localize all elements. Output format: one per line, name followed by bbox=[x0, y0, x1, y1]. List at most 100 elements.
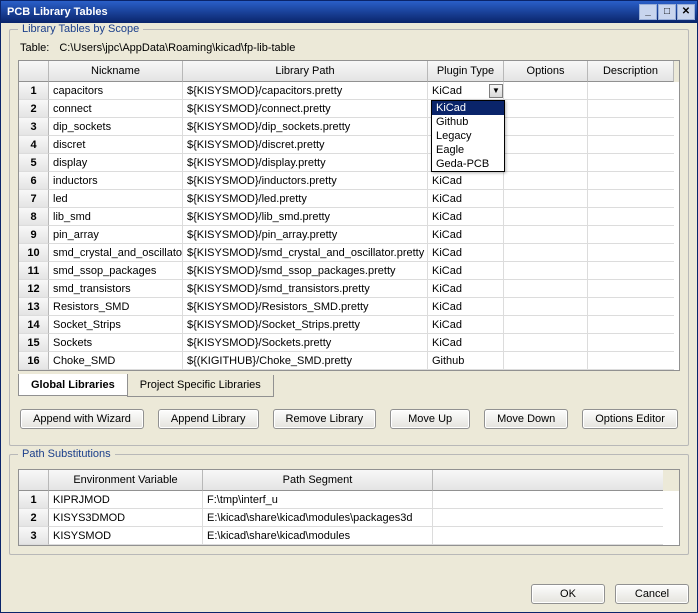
cell-description[interactable] bbox=[588, 262, 674, 280]
table-row[interactable]: 12smd_transistors${KISYSMOD}/smd_transis… bbox=[19, 280, 679, 298]
cell-library-path[interactable]: ${KISYSMOD}/capacitors.pretty bbox=[183, 82, 428, 100]
cell-library-path[interactable]: ${(KIGITHUB}/Choke_SMD.pretty bbox=[183, 352, 428, 370]
cell-description[interactable] bbox=[588, 172, 674, 190]
table-row[interactable]: 9pin_array${KISYSMOD}/pin_array.prettyKi… bbox=[19, 226, 679, 244]
cell-library-path[interactable]: ${KISYSMOD}/Resistors_SMD.pretty bbox=[183, 298, 428, 316]
cell-options[interactable] bbox=[504, 262, 588, 280]
row-header[interactable]: 9 bbox=[19, 226, 49, 244]
cell-library-path[interactable]: ${KISYSMOD}/inductors.pretty bbox=[183, 172, 428, 190]
table-row[interactable]: 11smd_ssop_packages${KISYSMOD}/smd_ssop_… bbox=[19, 262, 679, 280]
cell-options[interactable] bbox=[504, 280, 588, 298]
row-header[interactable]: 2 bbox=[19, 509, 49, 527]
cell-description[interactable] bbox=[588, 244, 674, 262]
cell-options[interactable] bbox=[504, 244, 588, 262]
dropdown-item[interactable]: Legacy bbox=[432, 129, 504, 143]
cell-path-segment[interactable]: F:\tmp\interf_u bbox=[203, 491, 433, 509]
table-row[interactable]: 16Choke_SMD${(KIGITHUB}/Choke_SMD.pretty… bbox=[19, 352, 679, 370]
dropdown-item[interactable]: KiCad bbox=[432, 101, 504, 115]
append-library-button[interactable]: Append Library bbox=[158, 409, 259, 429]
cancel-button[interactable]: Cancel bbox=[615, 584, 689, 604]
minimize-button[interactable]: _ bbox=[639, 4, 657, 20]
cell-plugin-type[interactable]: KiCad bbox=[428, 262, 504, 280]
row-header[interactable]: 10 bbox=[19, 244, 49, 262]
table-row[interactable]: 4discret${KISYSMOD}/discret.prettyKiCad bbox=[19, 136, 679, 154]
cell-plugin-type[interactable]: KiCad bbox=[428, 298, 504, 316]
cell-library-path[interactable]: ${KISYSMOD}/Socket_Strips.pretty bbox=[183, 316, 428, 334]
cell-plugin-type[interactable]: KiCad bbox=[428, 208, 504, 226]
header-description[interactable]: Description bbox=[588, 61, 674, 82]
row-header[interactable]: 7 bbox=[19, 190, 49, 208]
row-header[interactable]: 2 bbox=[19, 100, 49, 118]
cell-plugin-type[interactable]: Github bbox=[428, 352, 504, 370]
cell-library-path[interactable]: ${KISYSMOD}/Sockets.pretty bbox=[183, 334, 428, 352]
cell-plugin-type[interactable]: KiCad▼ bbox=[428, 82, 504, 100]
cell-options[interactable] bbox=[504, 190, 588, 208]
cell-nickname[interactable]: discret bbox=[49, 136, 183, 154]
header-options[interactable]: Options bbox=[504, 61, 588, 82]
cell-description[interactable] bbox=[588, 100, 674, 118]
cell-description[interactable] bbox=[588, 280, 674, 298]
table-row[interactable]: 2connect${KISYSMOD}/connect.prettyKiCad bbox=[19, 100, 679, 118]
cell-description[interactable] bbox=[588, 352, 674, 370]
cell-description[interactable] bbox=[588, 136, 674, 154]
header-library-path[interactable]: Library Path bbox=[183, 61, 428, 82]
chevron-down-icon[interactable]: ▼ bbox=[489, 84, 503, 98]
row-header[interactable]: 4 bbox=[19, 136, 49, 154]
cell-path-segment[interactable]: E:\kicad\share\kicad\modules\packages3d bbox=[203, 509, 433, 527]
cell-description[interactable] bbox=[588, 316, 674, 334]
remove-library-button[interactable]: Remove Library bbox=[273, 409, 377, 429]
cell-nickname[interactable]: capacitors bbox=[49, 82, 183, 100]
table-row[interactable]: 1capacitors${KISYSMOD}/capacitors.pretty… bbox=[19, 82, 679, 100]
cell-description[interactable] bbox=[588, 226, 674, 244]
cell-path-segment[interactable]: E:\kicad\share\kicad\modules bbox=[203, 527, 433, 545]
env-header-variable[interactable]: Environment Variable bbox=[49, 470, 203, 491]
cell-library-path[interactable]: ${KISYSMOD}/pin_array.pretty bbox=[183, 226, 428, 244]
env-header-path[interactable]: Path Segment bbox=[203, 470, 433, 491]
cell-description[interactable] bbox=[588, 118, 674, 136]
cell-plugin-type[interactable]: KiCad bbox=[428, 280, 504, 298]
header-plugin-type[interactable]: Plugin Type bbox=[428, 61, 504, 82]
dropdown-item[interactable]: Github bbox=[432, 115, 504, 129]
plugin-type-select[interactable]: KiCad▼ bbox=[428, 82, 503, 99]
cell-options[interactable] bbox=[504, 334, 588, 352]
table-row[interactable]: 14Socket_Strips${KISYSMOD}/Socket_Strips… bbox=[19, 316, 679, 334]
row-header[interactable]: 3 bbox=[19, 118, 49, 136]
tab-project-libraries[interactable]: Project Specific Libraries bbox=[127, 375, 274, 397]
cell-options[interactable] bbox=[504, 298, 588, 316]
table-row[interactable]: 3KISYSMODE:\kicad\share\kicad\modules bbox=[19, 527, 679, 545]
row-header[interactable]: 1 bbox=[19, 491, 49, 509]
row-header[interactable]: 5 bbox=[19, 154, 49, 172]
cell-library-path[interactable]: ${KISYSMOD}/display.pretty bbox=[183, 154, 428, 172]
cell-options[interactable] bbox=[504, 82, 588, 100]
cell-nickname[interactable]: display bbox=[49, 154, 183, 172]
ok-button[interactable]: OK bbox=[531, 584, 605, 604]
cell-plugin-type[interactable]: KiCad bbox=[428, 190, 504, 208]
cell-nickname[interactable]: led bbox=[49, 190, 183, 208]
cell-env-variable[interactable]: KIPRJMOD bbox=[49, 491, 203, 509]
tab-global-libraries[interactable]: Global Libraries bbox=[18, 374, 128, 396]
cell-library-path[interactable]: ${KISYSMOD}/smd_ssop_packages.pretty bbox=[183, 262, 428, 280]
maximize-button[interactable]: □ bbox=[658, 4, 676, 20]
cell-nickname[interactable]: Sockets bbox=[49, 334, 183, 352]
cell-nickname[interactable]: Resistors_SMD bbox=[49, 298, 183, 316]
cell-nickname[interactable]: connect bbox=[49, 100, 183, 118]
cell-options[interactable] bbox=[504, 154, 588, 172]
table-row[interactable]: 8lib_smd${KISYSMOD}/lib_smd.prettyKiCad bbox=[19, 208, 679, 226]
cell-description[interactable] bbox=[588, 154, 674, 172]
cell-library-path[interactable]: ${KISYSMOD}/discret.pretty bbox=[183, 136, 428, 154]
table-row[interactable]: 2KISYS3DMODE:\kicad\share\kicad\modules\… bbox=[19, 509, 679, 527]
cell-nickname[interactable]: Choke_SMD bbox=[49, 352, 183, 370]
table-row[interactable]: 3dip_sockets${KISYSMOD}/dip_sockets.pret… bbox=[19, 118, 679, 136]
cell-description[interactable] bbox=[588, 208, 674, 226]
append-with-wizard-button[interactable]: Append with Wizard bbox=[20, 409, 144, 429]
close-button[interactable]: ✕ bbox=[677, 4, 695, 20]
cell-library-path[interactable]: ${KISYSMOD}/smd_crystal_and_oscillator.p… bbox=[183, 244, 428, 262]
cell-plugin-type[interactable]: KiCad bbox=[428, 172, 504, 190]
cell-options[interactable] bbox=[504, 118, 588, 136]
titlebar[interactable]: PCB Library Tables _ □ ✕ bbox=[1, 1, 697, 23]
row-header[interactable]: 14 bbox=[19, 316, 49, 334]
cell-plugin-type[interactable]: KiCad bbox=[428, 244, 504, 262]
dropdown-item[interactable]: Eagle bbox=[432, 143, 504, 157]
table-row[interactable]: 7led${KISYSMOD}/led.prettyKiCad bbox=[19, 190, 679, 208]
cell-options[interactable] bbox=[504, 226, 588, 244]
